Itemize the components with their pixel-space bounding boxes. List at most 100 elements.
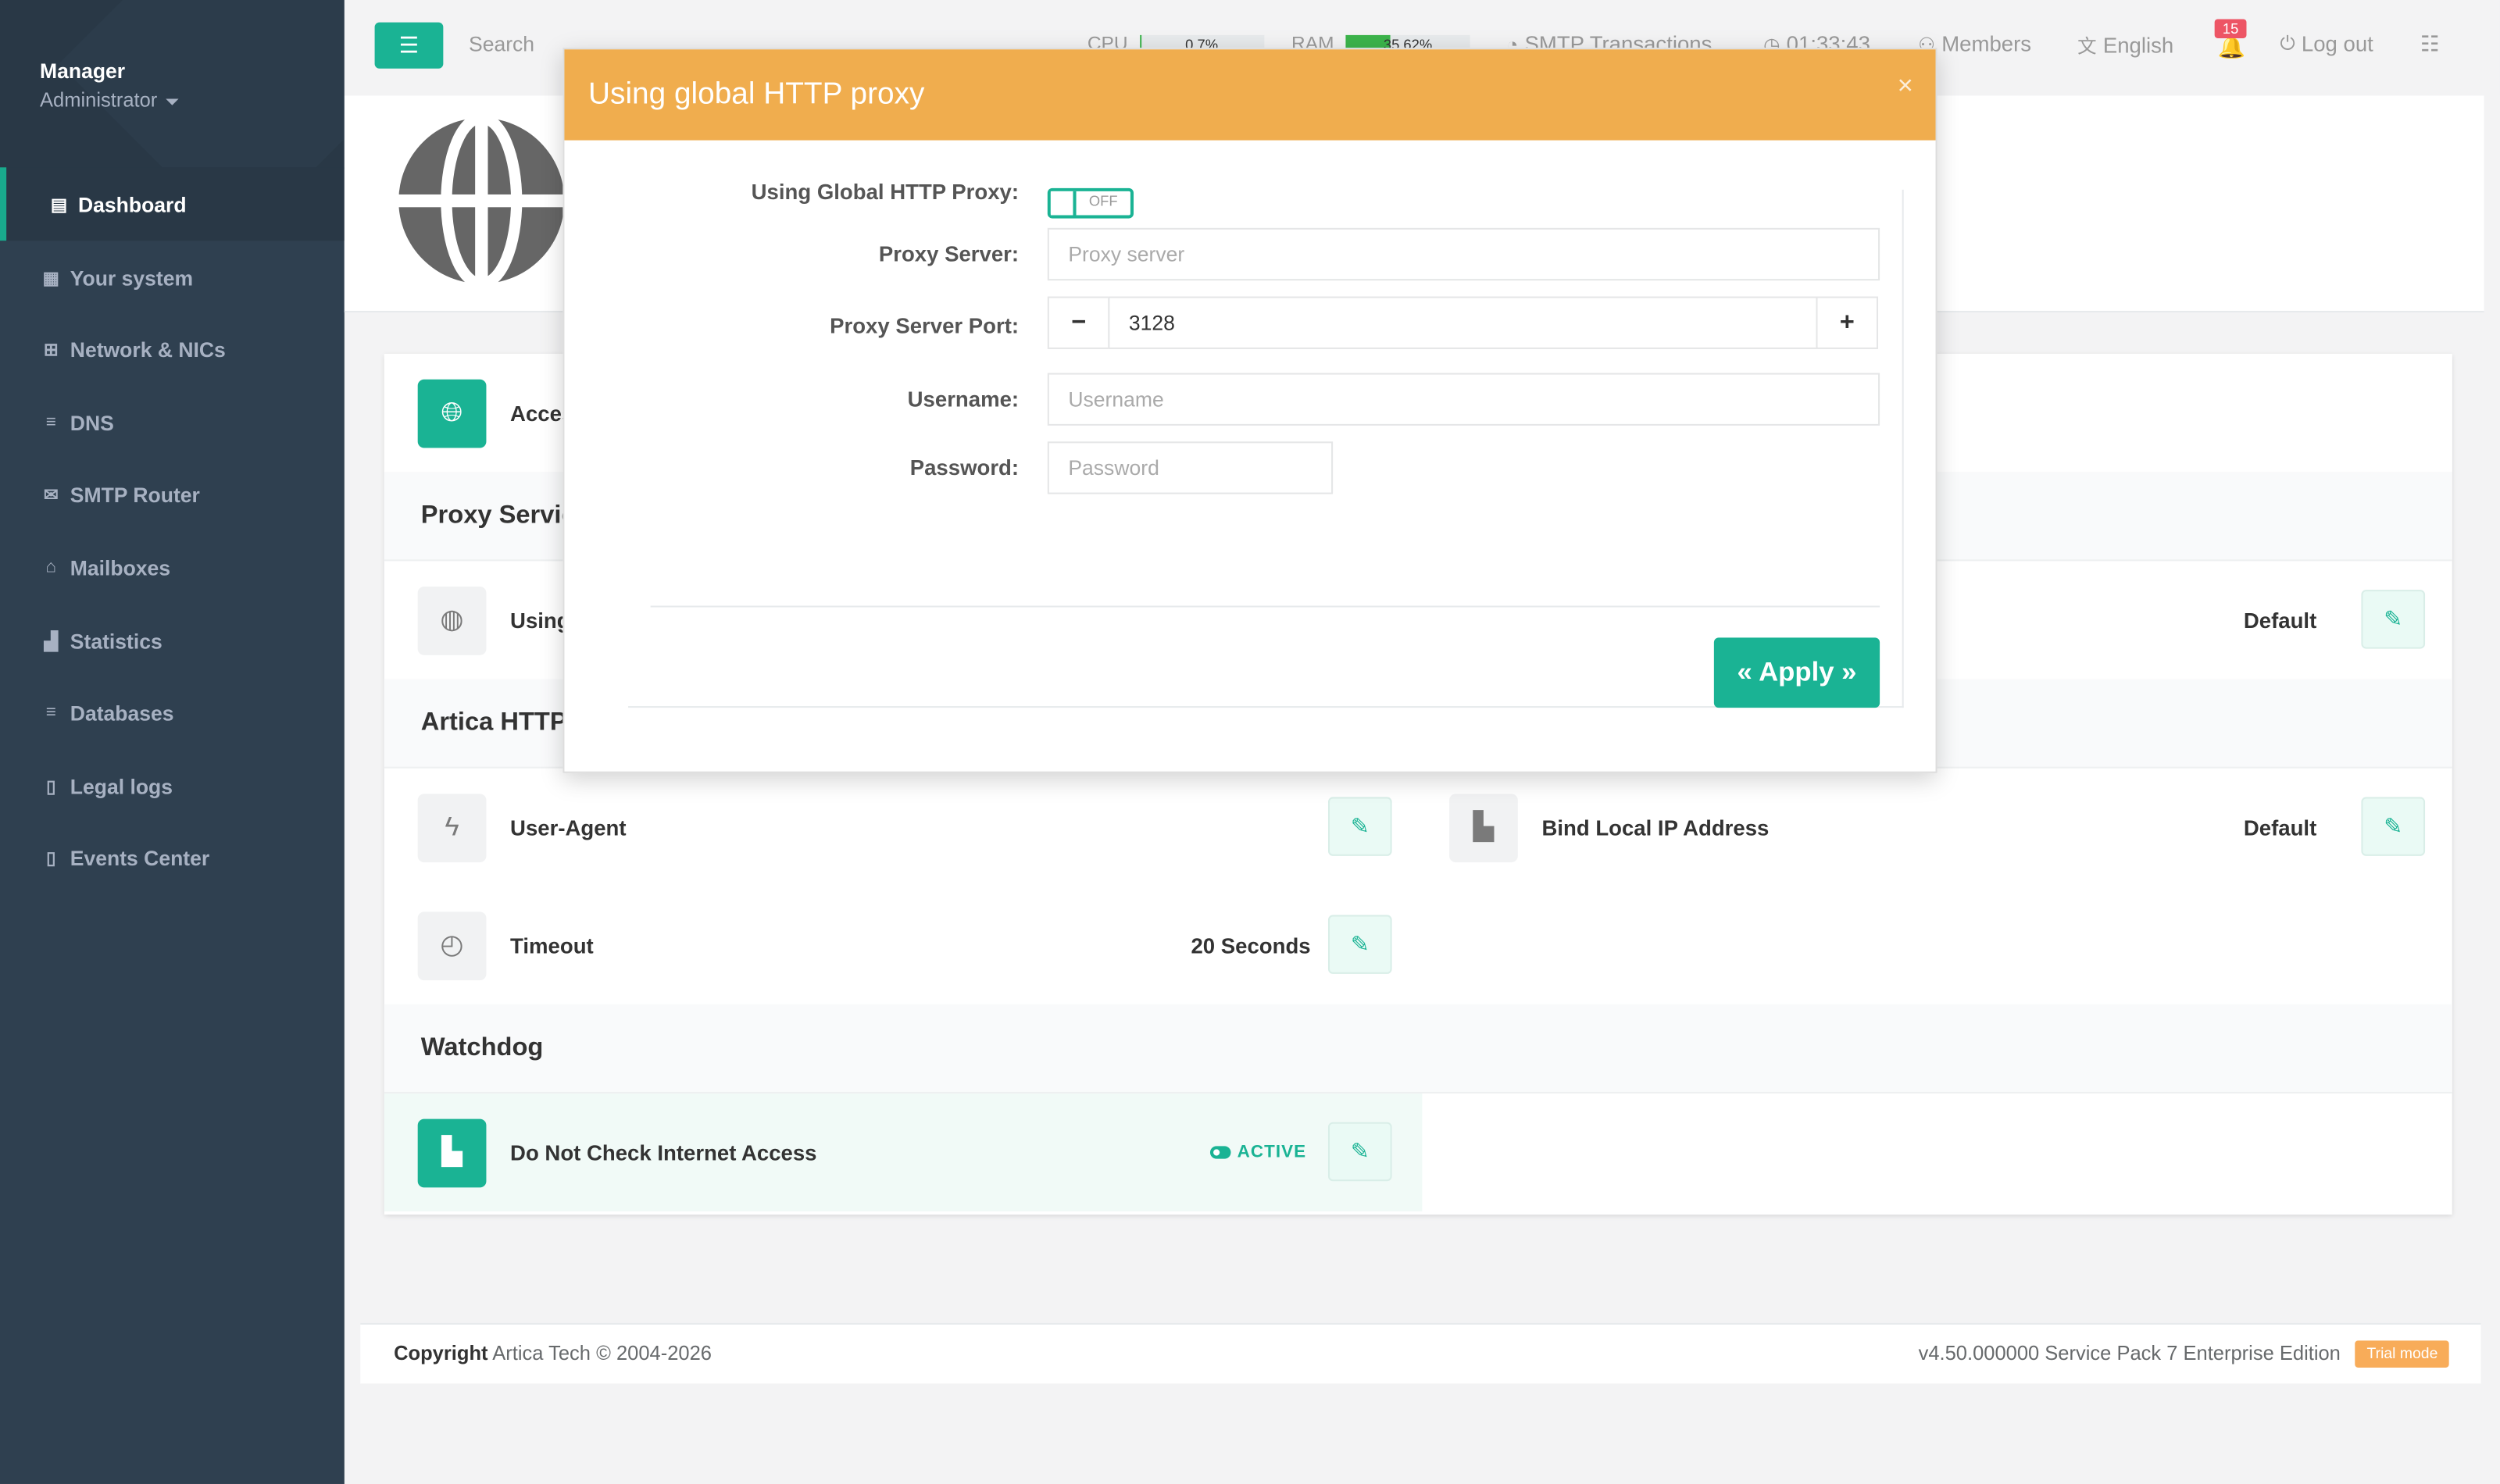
edit-no-check-button[interactable]: ✎ xyxy=(1327,1122,1392,1182)
modal-title: Using global HTTP proxy xyxy=(588,77,925,111)
edit-bind-local-button[interactable]: ✎ xyxy=(2361,797,2426,856)
close-icon[interactable]: × xyxy=(1898,70,1913,102)
profile-name: Manager xyxy=(40,59,126,84)
file-icon: ▯ xyxy=(46,848,56,869)
trial-badge: Trial mode xyxy=(2355,1340,2449,1368)
bolt-icon: ϟ xyxy=(417,793,487,862)
sidebar-item-label: Mailboxes xyxy=(70,555,171,580)
copyright-text: Artica Tech © 2004-2026 xyxy=(492,1342,712,1364)
edit-icon: ✎ xyxy=(1350,812,1370,839)
network-icon: ⊞ xyxy=(43,340,59,360)
sidebar-item-events-center[interactable]: ▯ Events Center xyxy=(0,821,345,894)
timeout-label: Timeout xyxy=(510,933,594,958)
sidebar-item-label: SMTP Router xyxy=(70,482,200,506)
language-label: English xyxy=(2102,33,2174,58)
no-check-internet-row: ▙ Do Not Check Internet Access ACTIVE ✎ xyxy=(384,1093,1423,1212)
copyright: Copyright Artica Tech © 2004-2026 xyxy=(394,1342,712,1364)
sidebar-item-dashboard[interactable]: ▤ Dashboard xyxy=(0,167,345,241)
notification-badge: 15 xyxy=(2214,19,2247,38)
sidebar-item-label: DNS xyxy=(70,410,114,435)
decrement-button[interactable]: − xyxy=(1047,296,1110,349)
sidebar-item-label: Dashboard xyxy=(77,191,187,216)
profile-block: Manager Administrator xyxy=(0,0,345,169)
menu-toggle-button[interactable]: ☰ xyxy=(374,22,444,69)
proxy-port-label: Proxy Server Port: xyxy=(830,314,1020,338)
active-badge: ACTIVE xyxy=(1209,1143,1307,1162)
hamburger-icon: ☰ xyxy=(398,31,420,58)
toggle-label: Using Global HTTP Proxy: xyxy=(751,180,1020,205)
edit-user-agent-button[interactable]: ✎ xyxy=(1327,797,1392,856)
proxy-server-label: Proxy Server: xyxy=(878,242,1020,266)
section-watchdog-title: Watchdog xyxy=(384,1004,2452,1093)
members-label: Members xyxy=(1941,31,2032,56)
password-input[interactable]: Password xyxy=(1047,441,1334,494)
sidebar-item-databases[interactable]: ≡ Databases xyxy=(0,676,345,749)
caret-down-icon xyxy=(165,98,178,105)
plus-icon: + xyxy=(1839,308,1855,336)
username-label: Username: xyxy=(907,387,1020,412)
user-agent-row: ϟ User-Agent ✎ xyxy=(384,769,1421,886)
version-text: v4.50.000000 Service Pack 7 Enterprise E… xyxy=(1918,1342,2341,1364)
timer-icon: ◴ xyxy=(417,911,487,980)
bind-local-value: Default xyxy=(2243,815,2317,840)
database-icon: ≡ xyxy=(45,412,56,433)
timeout-row: ◴ Timeout 20 Seconds ✎ xyxy=(384,886,1421,1004)
power-icon: ⏻ xyxy=(2280,31,2295,55)
proxy-server-input[interactable]: Proxy server xyxy=(1047,227,1880,281)
bind-local-row: ▙ Bind Local IP Address Default ✎ xyxy=(1416,769,2452,886)
tasks-icon[interactable]: ☷ xyxy=(2420,32,2440,58)
edit-icon: ✎ xyxy=(2384,812,2403,839)
profile-role-label: Administrator xyxy=(40,89,158,112)
sidebar-item-label: Network & NICs xyxy=(70,337,226,362)
logout-link[interactable]: ⏻ Log out xyxy=(2280,32,2373,56)
edit-using-proxy-button[interactable]: ✎ xyxy=(2361,590,2426,649)
apply-button[interactable]: « Apply » xyxy=(1713,637,1880,708)
sidebar-item-label: Events Center xyxy=(70,845,210,870)
sidebar-item-dns[interactable]: ≡ DNS xyxy=(0,386,345,459)
language-selector[interactable]: 文 English xyxy=(2077,32,2173,59)
edit-icon: ✎ xyxy=(1350,1138,1370,1164)
logout-label: Log out xyxy=(2301,31,2373,56)
edit-timeout-button[interactable]: ✎ xyxy=(1327,915,1392,974)
translate-icon: 文 xyxy=(2077,34,2097,58)
active-badge-label: ACTIVE xyxy=(1237,1143,1307,1162)
footer: Copyright Artica Tech © 2004-2026 v4.50.… xyxy=(360,1322,2481,1384)
bind-local-label: Bind Local IP Address xyxy=(1541,815,1770,840)
no-check-label: Do Not Check Internet Access xyxy=(510,1140,817,1165)
user-agent-label: User-Agent xyxy=(510,815,627,840)
sidebar-item-smtp-router[interactable]: ✉ SMTP Router xyxy=(0,458,345,531)
sidebar-item-legal-logs[interactable]: ▯ Legal logs xyxy=(0,749,345,822)
sidebar-item-label: Legal logs xyxy=(70,773,173,798)
copyright-bold: Copyright xyxy=(394,1342,488,1364)
server-icon: ▦ xyxy=(42,268,59,288)
sidebar-item-mailboxes[interactable]: ⌂ Mailboxes xyxy=(0,531,345,605)
toggle-on-icon xyxy=(1209,1146,1231,1159)
envelope-icon: ✉ xyxy=(43,485,59,505)
global-proxy-toggle[interactable]: OFF xyxy=(1047,187,1134,219)
edit-icon: ✎ xyxy=(1350,930,1370,957)
sidebar-item-network[interactable]: ⊞ Network & NICs xyxy=(0,312,345,386)
globe-icon: ◍ xyxy=(417,585,487,655)
timeout-value: 20 Seconds xyxy=(1191,933,1311,958)
proxy-port-input[interactable]: 3128 xyxy=(1108,296,1818,349)
proxy-modal: Using global HTTP proxy × Using Global H… xyxy=(562,48,1938,773)
profile-role-dropdown[interactable]: Administrator xyxy=(40,89,178,112)
password-label: Password: xyxy=(909,455,1020,480)
increment-button[interactable]: + xyxy=(1816,296,1879,349)
database-icon: ≡ xyxy=(45,702,56,722)
ethernet-icon: ▙ xyxy=(1449,793,1518,862)
using-label: Using xyxy=(510,608,570,633)
mailbox-icon: ⌂ xyxy=(45,558,57,577)
top-search[interactable]: Search xyxy=(469,32,534,56)
globe-icon: 🌐︎ xyxy=(417,378,487,448)
toggle-state: OFF xyxy=(1088,192,1118,209)
username-input[interactable]: Username xyxy=(1047,373,1880,426)
sidebar-item-statistics[interactable]: ▟ Statistics xyxy=(0,604,345,677)
modal-header: Using global HTTP proxy xyxy=(564,49,1936,141)
sidebar-item-your-system[interactable]: ▦ Your system xyxy=(0,241,345,314)
modal-body: Using Global HTTP Proxy: OFF Proxy Serve… xyxy=(628,180,1904,708)
sidebar-item-label: Your system xyxy=(70,265,194,290)
dashboard-icon: ▤ xyxy=(50,194,68,215)
ethernet-icon: ▙ xyxy=(417,1118,487,1187)
file-icon: ▯ xyxy=(46,776,56,797)
